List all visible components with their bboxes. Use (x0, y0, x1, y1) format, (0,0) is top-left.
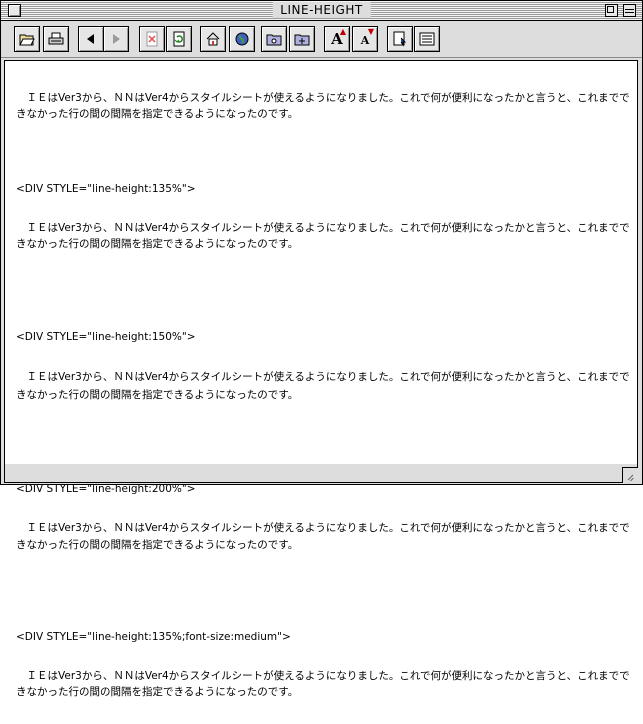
div-tag-line-height-200: <DIV STYLE="line-height:200%"> (16, 483, 196, 495)
list-icon[interactable] (414, 26, 440, 52)
print-icon[interactable] (43, 26, 69, 52)
collapse-box-icon[interactable] (623, 4, 636, 17)
bottom-bar (4, 464, 638, 483)
forward-arrow-icon[interactable] (103, 26, 129, 52)
paragraph-line-height-135: ＩＥはVer3から、ＮＮはVer4からスタイルシートが使えるようになりました。こ… (16, 222, 630, 250)
reload-icon[interactable] (166, 26, 192, 52)
source-icon[interactable] (387, 26, 413, 52)
zoom-box-icon[interactable] (605, 4, 618, 17)
div-tag-line-height-135: <DIV STYLE="line-height:135%"> (16, 183, 196, 195)
div-tag-line-height-135-medium: <DIV STYLE="line-height:135%;font-size:m… (16, 631, 291, 643)
bookmark-add-icon[interactable] (289, 26, 315, 52)
bookmark-folder-icon[interactable] (261, 26, 287, 52)
open-folder-icon[interactable] (14, 26, 40, 52)
back-arrow-icon[interactable] (78, 26, 104, 52)
paragraph-default: ＩＥはVer3から、ＮＮはVer4からスタイルシートが使えるようになりました。こ… (16, 92, 630, 120)
paragraph-line-height-135-medium: ＩＥはVer3から、ＮＮはVer4からスタイルシートが使えるようになりました。こ… (16, 670, 630, 698)
font-smaller-icon[interactable]: A ▼ (352, 26, 378, 52)
title-bar[interactable]: LINE-HEIGHT (1, 1, 642, 21)
paragraph-line-height-150: ＩＥはVer3から、ＮＮはVer4からスタイルシートが使えるようになりました。こ… (16, 371, 630, 401)
window-title: LINE-HEIGHT (272, 2, 371, 18)
stop-icon[interactable] (139, 26, 165, 52)
font-larger-icon[interactable]: A ▲ (324, 26, 350, 52)
home-icon[interactable] (200, 26, 226, 52)
page-text: ＩＥはVer3から、ＮＮはVer4からスタイルシートが使えるようになりました。こ… (16, 66, 631, 724)
globe-icon[interactable] (229, 26, 255, 52)
browser-window: LINE-HEIGHT A ▲ A ▼ ＩＥはVer3から、ＮＮはVer4からス… (0, 0, 643, 698)
resize-grip-icon[interactable] (622, 467, 638, 483)
close-box-icon[interactable] (8, 4, 21, 17)
div-tag-line-height-150: <DIV STYLE="line-height:150%"> (16, 331, 196, 343)
page-content[interactable]: ＩＥはVer3から、ＮＮはVer4からスタイルシートが使えるようになりました。こ… (4, 60, 638, 698)
toolbar: A ▲ A ▼ (1, 21, 642, 58)
paragraph-line-height-200: ＩＥはVer3から、ＮＮはVer4からスタイルシートが使えるようになりました。こ… (16, 522, 630, 551)
